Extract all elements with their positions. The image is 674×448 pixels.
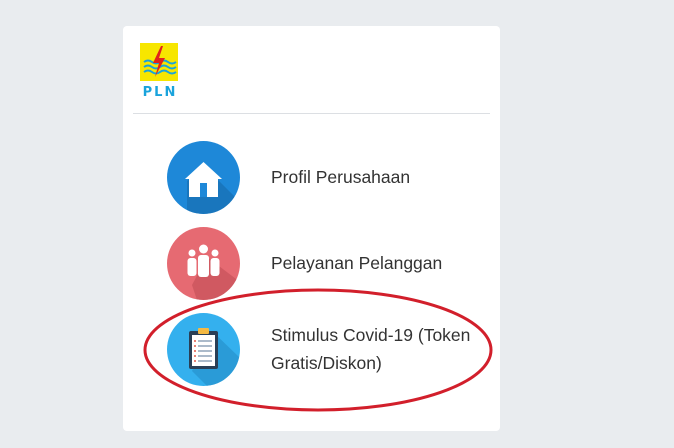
people-icon bbox=[167, 226, 240, 300]
menu-item-pelayanan-pelanggan[interactable]: Pelayanan Pelanggan bbox=[167, 226, 497, 300]
menu-item-label: Pelayanan Pelanggan bbox=[271, 253, 443, 273]
pln-logo-text: PLN bbox=[142, 85, 178, 100]
pln-logo[interactable]: PLN bbox=[140, 43, 180, 101]
house-icon bbox=[167, 140, 240, 214]
menu-card: PLN Profil Perusahaan Pelayanan Pelangga… bbox=[123, 26, 500, 431]
menu-item-stimulus-covid[interactable]: Stimulus Covid-19 (Token Gratis/Diskon) bbox=[167, 312, 497, 386]
menu-item-label: Profil Perusahaan bbox=[271, 167, 411, 187]
clipboard-icon bbox=[167, 312, 240, 386]
pln-logo-emblem bbox=[140, 43, 178, 81]
menu-item-profil-perusahaan[interactable]: Profil Perusahaan bbox=[167, 140, 497, 214]
menu-item-label: Stimulus Covid-19 (Token Gratis/Diskon) bbox=[271, 325, 471, 373]
header-divider bbox=[133, 113, 490, 114]
